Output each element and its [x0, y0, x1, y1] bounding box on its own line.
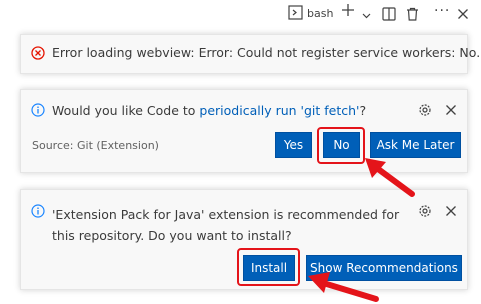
- info-icon: [31, 204, 45, 218]
- terminal-toolbar: bash ···: [0, 0, 481, 26]
- error-notification: Error loading webview: Error: Could not …: [20, 34, 481, 74]
- close-icon[interactable]: [457, 5, 469, 23]
- yes-button[interactable]: Yes: [275, 132, 312, 158]
- no-button-highlight: [317, 127, 365, 164]
- plus-icon[interactable]: [341, 1, 355, 19]
- terminal-shell-label[interactable]: bash: [307, 4, 333, 22]
- extension-message: 'Extension Pack for Java' extension is r…: [52, 207, 400, 243]
- git-fetch-message-suffix: ?: [359, 103, 367, 118]
- notification-source: Source: Git (Extension): [32, 139, 159, 152]
- split-icon[interactable]: [382, 5, 396, 23]
- close-icon[interactable]: [445, 104, 457, 116]
- error-message: Error loading webview: Error: Could not …: [52, 45, 481, 60]
- error-icon: [31, 46, 45, 60]
- close-icon[interactable]: [445, 205, 457, 217]
- gear-icon[interactable]: [418, 103, 432, 117]
- trash-icon[interactable]: [406, 5, 419, 23]
- install-button-highlight: [237, 248, 300, 286]
- more-icon[interactable]: ···: [434, 2, 450, 20]
- gear-icon[interactable]: [418, 204, 432, 218]
- terminal-icon[interactable]: [288, 5, 303, 20]
- annotation-arrow-icon: [308, 272, 379, 302]
- git-fetch-message: Would you like Code to periodically run …: [52, 103, 366, 118]
- chevron-down-icon[interactable]: [362, 6, 371, 24]
- info-icon: [31, 103, 45, 117]
- git-fetch-link[interactable]: periodically run 'git fetch': [199, 103, 359, 118]
- annotation-arrow-icon: [365, 158, 415, 197]
- git-fetch-message-prefix: Would you like Code to: [52, 103, 200, 118]
